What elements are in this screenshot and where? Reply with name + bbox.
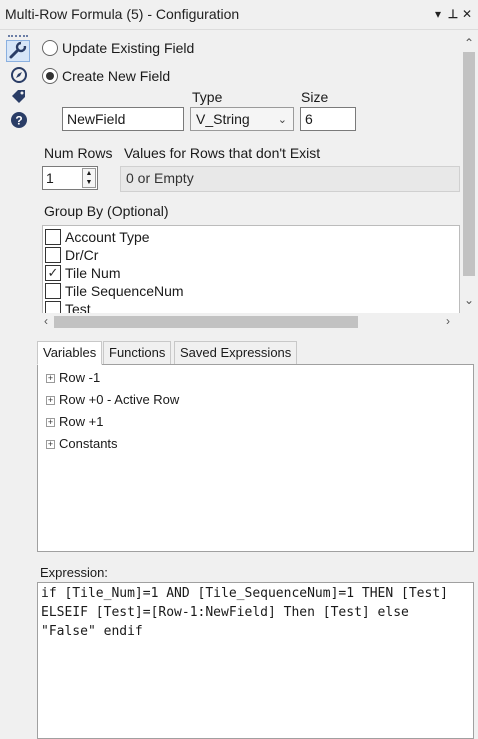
group-by-item[interactable]: Dr/Cr [65, 247, 98, 263]
svg-text:?: ? [15, 114, 22, 128]
update-existing-radio[interactable] [42, 40, 58, 56]
tool-sidebar [0, 31, 34, 739]
values-select[interactable]: 0 or Empty [120, 166, 460, 192]
checkbox-tile-sequencenum[interactable] [45, 283, 61, 299]
expression-editor[interactable]: if [Tile_Num]=1 AND [Tile_SequenceNum]=1… [37, 582, 474, 739]
size-input[interactable]: 6 [300, 107, 356, 131]
type-label: Type [192, 89, 223, 105]
num-rows-stepper[interactable]: 1 ▲ ▼ [42, 166, 98, 190]
tree-item-row-plus-1[interactable]: + Row +1 [46, 411, 103, 433]
type-select-value: V_String [196, 111, 250, 127]
configuration-panel: Update Existing Field Create New Field T… [36, 33, 460, 331]
tree-item-label: Row +0 - Active Row [59, 392, 180, 407]
expand-icon[interactable]: + [46, 418, 55, 428]
close-icon[interactable]: ✕ [460, 5, 474, 23]
update-existing-label[interactable]: Update Existing Field [62, 40, 194, 56]
vertical-scroll-thumb[interactable] [463, 52, 475, 276]
tab-saved-expressions[interactable]: Saved Expressions [174, 341, 298, 365]
expand-icon[interactable]: + [46, 440, 55, 450]
scroll-down-icon[interactable]: ⌄ [461, 293, 477, 307]
field-name-input[interactable]: NewField [62, 107, 184, 131]
scroll-up-icon[interactable]: ⌃ [461, 36, 477, 50]
stepper-buttons[interactable]: ▲ ▼ [82, 168, 96, 188]
help-icon[interactable]: ? [8, 110, 30, 130]
size-label: Size [301, 89, 329, 105]
tree-item-label: Row +1 [59, 414, 104, 429]
group-by-item[interactable]: Tile Num [65, 265, 121, 281]
wrench-icon [9, 41, 27, 59]
title-bar: Multi-Row Formula (5) - Configuration ▾ … [0, 0, 478, 30]
window-title: Multi-Row Formula (5) - Configuration [5, 6, 240, 22]
chevron-down-icon: ⌄ [277, 114, 287, 126]
tab-variables[interactable]: Variables [37, 341, 103, 365]
num-rows-value: 1 [46, 170, 54, 186]
tag-icon[interactable] [8, 87, 30, 107]
tree-item-label: Constants [59, 436, 118, 451]
expand-icon[interactable]: + [46, 396, 55, 406]
num-rows-label: Num Rows [44, 145, 113, 161]
compass-icon[interactable] [8, 65, 30, 85]
tree-item-row-minus-1[interactable]: + Row -1 [46, 367, 100, 389]
stepper-up-icon[interactable]: ▲ [83, 169, 95, 178]
checkbox-dr-cr[interactable] [45, 247, 61, 263]
group-by-item[interactable]: Account Type [65, 229, 150, 245]
create-new-label[interactable]: Create New Field [62, 68, 170, 84]
group-by-label: Group By (Optional) [44, 203, 169, 219]
tree-item-row-0[interactable]: + Row +0 - Active Row [46, 389, 179, 411]
group-by-item[interactable]: Tile SequenceNum [65, 283, 184, 299]
tree-item-label: Row -1 [59, 370, 101, 385]
checkbox-account-type[interactable] [45, 229, 61, 245]
horizontal-scroll-thumb[interactable] [54, 316, 358, 328]
variables-panel: + Row -1 + Row +0 - Active Row + Row +1 + Co… [37, 364, 474, 552]
create-new-radio[interactable] [42, 68, 58, 84]
scroll-left-icon[interactable]: ‹ [38, 314, 54, 328]
tab-functions[interactable]: Functions [103, 341, 172, 365]
stepper-down-icon[interactable]: ▼ [83, 178, 95, 187]
scroll-right-icon[interactable]: › [440, 314, 456, 328]
checkbox-tile-num[interactable]: ✓ [45, 265, 61, 281]
pin-icon[interactable]: ⊥ [446, 5, 460, 23]
type-select[interactable]: V_String ⌄ [190, 107, 294, 131]
menu-dropdown-icon[interactable]: ▾ [431, 5, 445, 23]
configuration-tab[interactable] [6, 40, 30, 62]
expand-icon[interactable]: + [46, 374, 55, 384]
tree-item-constants[interactable]: + Constants [46, 433, 118, 455]
check-icon: ✓ [47, 265, 59, 280]
drag-grip[interactable] [8, 35, 28, 37]
values-label: Values for Rows that don't Exist [124, 145, 321, 161]
group-by-list[interactable]: Account Type Dr/Cr ✓ Tile Num Tile Seque… [42, 225, 460, 315]
expression-label: Expression: [40, 565, 108, 580]
